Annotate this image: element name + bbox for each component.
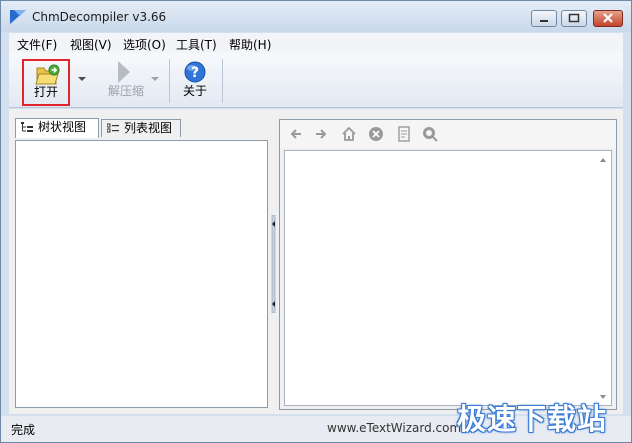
open-label: 打开 xyxy=(33,85,58,99)
open-dropdown-arrow[interactable] xyxy=(78,77,86,81)
app-icon xyxy=(10,10,26,24)
minimize-button[interactable] xyxy=(531,10,557,27)
about-label: 关于 xyxy=(182,84,207,98)
menu-bar: 文件(F) 视图(V) 选项(O) 工具(T) 帮助(H) xyxy=(9,33,623,53)
menu-view[interactable]: 视图(V) xyxy=(70,36,112,53)
main-area: 树状视图 列表视图 xyxy=(9,109,623,414)
tree-view-panel[interactable] xyxy=(15,140,268,408)
window-title: ChmDecompiler v3.66 xyxy=(32,10,167,24)
menu-file[interactable]: 文件(F) xyxy=(17,36,57,53)
browser-panel xyxy=(279,119,617,410)
list-icon xyxy=(107,123,119,133)
minimize-icon xyxy=(540,20,548,22)
home-icon[interactable] xyxy=(341,126,357,142)
extract-dropdown-arrow[interactable] xyxy=(151,77,159,81)
title-bar[interactable]: ChmDecompiler v3.66 xyxy=(1,1,631,32)
maximize-button[interactable] xyxy=(561,10,587,27)
status-url: www.eTextWizard.com xyxy=(327,421,462,435)
back-arrow-icon[interactable] xyxy=(288,126,304,142)
print-icon[interactable] xyxy=(396,126,412,142)
stop-icon[interactable] xyxy=(368,126,384,142)
close-icon xyxy=(603,13,613,23)
vertical-scrollbar[interactable] xyxy=(595,151,611,405)
status-text: 完成 xyxy=(11,423,36,437)
open-button[interactable]: 打开 xyxy=(22,59,70,106)
about-button[interactable]: ? 关于 xyxy=(173,57,217,103)
search-icon[interactable] xyxy=(422,126,438,142)
tab-list-view[interactable]: 列表视图 xyxy=(101,119,181,137)
browser-nav-bar xyxy=(280,120,616,148)
svg-text:?: ? xyxy=(191,65,199,81)
extract-label: 解压缩 xyxy=(107,84,144,98)
extract-button[interactable]: 解压缩 xyxy=(101,57,151,103)
watermark: 极速下载站 xyxy=(457,402,608,436)
toolbar: 打开 解压缩 ? 关于 xyxy=(9,53,623,108)
close-button[interactable] xyxy=(593,10,623,27)
content-view[interactable] xyxy=(284,150,612,406)
toolbar-separator xyxy=(169,59,170,103)
app-window: ChmDecompiler v3.66 文件(F) 视图(V) 选项(O) 工具… xyxy=(0,0,632,443)
splitter-handle[interactable] xyxy=(270,215,277,313)
forward-arrow-icon[interactable] xyxy=(313,126,329,142)
tab-tree-view[interactable]: 树状视图 xyxy=(15,118,99,138)
menu-help[interactable]: 帮助(H) xyxy=(229,36,271,53)
tab-tree-view-label: 树状视图 xyxy=(38,120,87,134)
toolbar-separator xyxy=(222,59,223,103)
tab-list-view-label: 列表视图 xyxy=(124,121,173,135)
maximize-icon xyxy=(568,13,580,23)
menu-options[interactable]: 选项(O) xyxy=(123,36,166,53)
tree-icon xyxy=(21,122,33,132)
menu-tools[interactable]: 工具(T) xyxy=(176,36,217,53)
play-icon xyxy=(118,61,130,83)
